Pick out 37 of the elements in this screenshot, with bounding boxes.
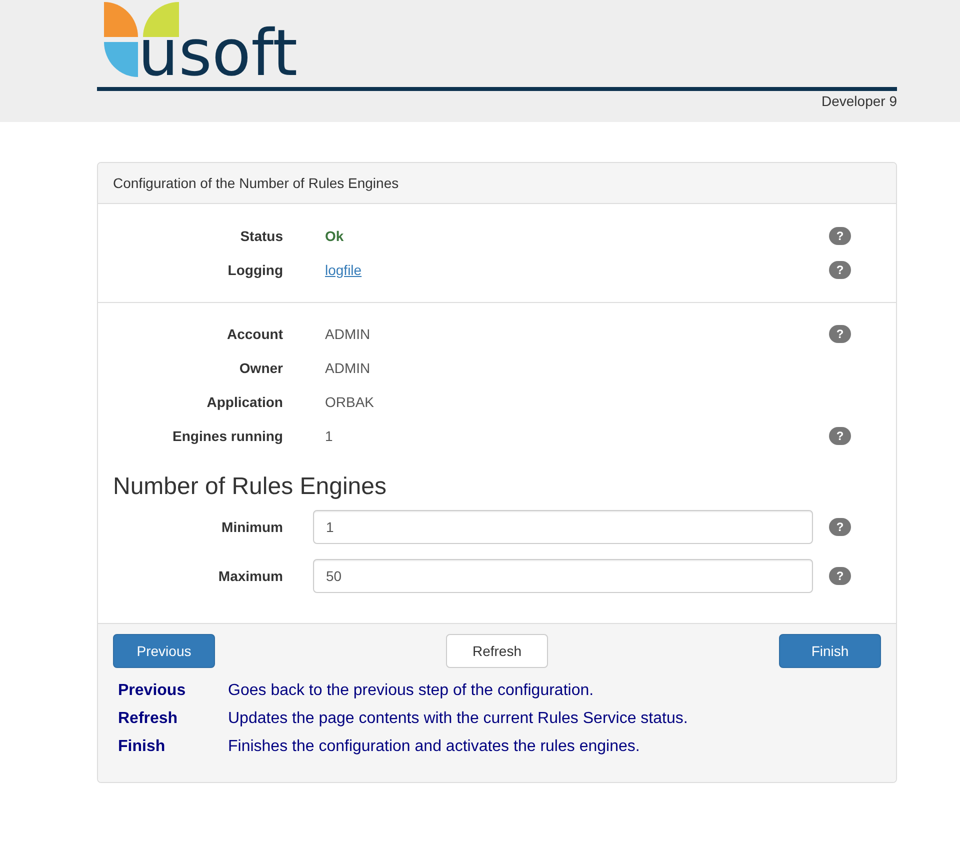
legend-term: Previous xyxy=(118,681,186,701)
legend-description: Finishes the configuration and activates the rules engines. xyxy=(228,737,640,757)
logging-link[interactable]: logfile xyxy=(325,262,362,278)
info-value: ORBAK xyxy=(325,394,374,410)
info-value: ADMIN xyxy=(325,360,370,376)
legend-term: Finish xyxy=(118,737,166,757)
logo-text: usoft xyxy=(138,26,298,84)
field-label: Minimum xyxy=(220,519,283,535)
wizard-button[interactable]: Previous xyxy=(113,634,215,668)
input-field[interactable]: 1 xyxy=(313,510,813,544)
status-value: Ok xyxy=(325,228,344,244)
legend-term: Refresh xyxy=(118,709,178,729)
help-icon[interactable]: ? xyxy=(829,427,851,445)
section-heading: Number of Rules Engines xyxy=(113,473,388,501)
help-icon[interactable]: ? xyxy=(829,325,851,343)
wizard-button[interactable]: Refresh xyxy=(446,634,548,668)
help-icon[interactable]: ? xyxy=(829,261,851,279)
user-name: Developer 9 xyxy=(822,92,897,111)
help-icon[interactable]: ? xyxy=(829,518,851,536)
input-field[interactable]: 50 xyxy=(313,559,813,593)
help-icon[interactable]: ? xyxy=(829,227,851,245)
info-value: ADMIN xyxy=(325,326,370,342)
field-label: Engines running xyxy=(172,428,283,444)
field-label: Application xyxy=(206,394,283,410)
legend-description: Goes back to the previous step of the configuration. xyxy=(228,681,594,701)
wizard-button[interactable]: Finish xyxy=(779,634,881,668)
field-label: Maximum xyxy=(217,568,283,584)
leaf-icon xyxy=(104,42,138,77)
field-label: Logging xyxy=(226,262,283,278)
panel-title: Configuration of the Number of Rules Engines xyxy=(113,175,399,191)
legend-description: Updates the page contents with the current Rules Service status. xyxy=(228,709,688,729)
field-label: Owner xyxy=(238,360,283,376)
info-value: 1 xyxy=(325,428,333,444)
field-label: Status xyxy=(239,228,283,244)
leaf-icon xyxy=(104,2,138,37)
field-label: Account xyxy=(226,326,283,342)
help-icon[interactable]: ? xyxy=(829,567,851,585)
